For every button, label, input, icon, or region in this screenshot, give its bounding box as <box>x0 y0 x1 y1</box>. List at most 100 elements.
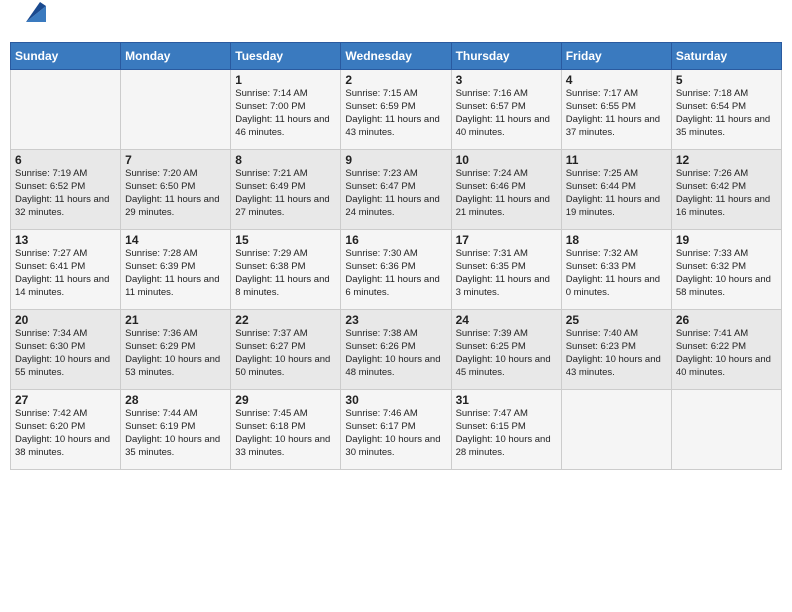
page-header <box>10 10 782 34</box>
calendar-cell: 4 Sunrise: 7:17 AMSunset: 6:55 PMDayligh… <box>561 70 671 150</box>
calendar-week-row: 6 Sunrise: 7:19 AMSunset: 6:52 PMDayligh… <box>11 150 782 230</box>
day-number: 28 <box>125 393 226 407</box>
calendar-cell: 3 Sunrise: 7:16 AMSunset: 6:57 PMDayligh… <box>451 70 561 150</box>
day-number: 30 <box>345 393 446 407</box>
calendar-header-row: SundayMondayTuesdayWednesdayThursdayFrid… <box>11 43 782 70</box>
day-number: 20 <box>15 313 116 327</box>
day-number: 9 <box>345 153 446 167</box>
calendar-cell: 2 Sunrise: 7:15 AMSunset: 6:59 PMDayligh… <box>341 70 451 150</box>
calendar-cell: 16 Sunrise: 7:30 AMSunset: 6:36 PMDaylig… <box>341 230 451 310</box>
day-info: Sunrise: 7:39 AMSunset: 6:25 PMDaylight:… <box>456 328 557 379</box>
calendar-cell: 31 Sunrise: 7:47 AMSunset: 6:15 PMDaylig… <box>451 390 561 470</box>
calendar-cell: 28 Sunrise: 7:44 AMSunset: 6:19 PMDaylig… <box>121 390 231 470</box>
day-info: Sunrise: 7:32 AMSunset: 6:33 PMDaylight:… <box>566 248 667 299</box>
day-number: 17 <box>456 233 557 247</box>
day-info: Sunrise: 7:34 AMSunset: 6:30 PMDaylight:… <box>15 328 116 379</box>
day-info: Sunrise: 7:44 AMSunset: 6:19 PMDaylight:… <box>125 408 226 459</box>
day-number: 5 <box>676 73 777 87</box>
day-info: Sunrise: 7:20 AMSunset: 6:50 PMDaylight:… <box>125 168 226 219</box>
logo <box>14 10 50 34</box>
calendar-cell: 29 Sunrise: 7:45 AMSunset: 6:18 PMDaylig… <box>231 390 341 470</box>
day-info: Sunrise: 7:47 AMSunset: 6:15 PMDaylight:… <box>456 408 557 459</box>
day-info: Sunrise: 7:18 AMSunset: 6:54 PMDaylight:… <box>676 88 777 139</box>
day-info: Sunrise: 7:26 AMSunset: 6:42 PMDaylight:… <box>676 168 777 219</box>
day-number: 24 <box>456 313 557 327</box>
calendar-cell: 10 Sunrise: 7:24 AMSunset: 6:46 PMDaylig… <box>451 150 561 230</box>
day-info: Sunrise: 7:27 AMSunset: 6:41 PMDaylight:… <box>15 248 116 299</box>
day-info: Sunrise: 7:16 AMSunset: 6:57 PMDaylight:… <box>456 88 557 139</box>
calendar-cell: 7 Sunrise: 7:20 AMSunset: 6:50 PMDayligh… <box>121 150 231 230</box>
day-number: 22 <box>235 313 336 327</box>
day-info: Sunrise: 7:37 AMSunset: 6:27 PMDaylight:… <box>235 328 336 379</box>
calendar-cell: 13 Sunrise: 7:27 AMSunset: 6:41 PMDaylig… <box>11 230 121 310</box>
day-number: 27 <box>15 393 116 407</box>
calendar-cell: 1 Sunrise: 7:14 AMSunset: 7:00 PMDayligh… <box>231 70 341 150</box>
calendar-cell <box>121 70 231 150</box>
day-number: 7 <box>125 153 226 167</box>
calendar-week-row: 20 Sunrise: 7:34 AMSunset: 6:30 PMDaylig… <box>11 310 782 390</box>
day-number: 6 <box>15 153 116 167</box>
day-number: 8 <box>235 153 336 167</box>
day-info: Sunrise: 7:31 AMSunset: 6:35 PMDaylight:… <box>456 248 557 299</box>
day-number: 14 <box>125 233 226 247</box>
day-number: 25 <box>566 313 667 327</box>
day-number: 15 <box>235 233 336 247</box>
day-of-week-header: Saturday <box>671 43 781 70</box>
calendar-week-row: 13 Sunrise: 7:27 AMSunset: 6:41 PMDaylig… <box>11 230 782 310</box>
day-info: Sunrise: 7:36 AMSunset: 6:29 PMDaylight:… <box>125 328 226 379</box>
day-info: Sunrise: 7:30 AMSunset: 6:36 PMDaylight:… <box>345 248 446 299</box>
day-info: Sunrise: 7:19 AMSunset: 6:52 PMDaylight:… <box>15 168 116 219</box>
day-number: 12 <box>676 153 777 167</box>
calendar-cell: 12 Sunrise: 7:26 AMSunset: 6:42 PMDaylig… <box>671 150 781 230</box>
day-number: 21 <box>125 313 226 327</box>
calendar-cell: 26 Sunrise: 7:41 AMSunset: 6:22 PMDaylig… <box>671 310 781 390</box>
day-of-week-header: Monday <box>121 43 231 70</box>
day-info: Sunrise: 7:29 AMSunset: 6:38 PMDaylight:… <box>235 248 336 299</box>
calendar-cell: 5 Sunrise: 7:18 AMSunset: 6:54 PMDayligh… <box>671 70 781 150</box>
calendar-cell: 24 Sunrise: 7:39 AMSunset: 6:25 PMDaylig… <box>451 310 561 390</box>
day-number: 26 <box>676 313 777 327</box>
calendar-cell: 22 Sunrise: 7:37 AMSunset: 6:27 PMDaylig… <box>231 310 341 390</box>
calendar-cell: 14 Sunrise: 7:28 AMSunset: 6:39 PMDaylig… <box>121 230 231 310</box>
calendar-cell: 27 Sunrise: 7:42 AMSunset: 6:20 PMDaylig… <box>11 390 121 470</box>
calendar-cell: 11 Sunrise: 7:25 AMSunset: 6:44 PMDaylig… <box>561 150 671 230</box>
calendar-cell: 17 Sunrise: 7:31 AMSunset: 6:35 PMDaylig… <box>451 230 561 310</box>
calendar-cell: 23 Sunrise: 7:38 AMSunset: 6:26 PMDaylig… <box>341 310 451 390</box>
day-info: Sunrise: 7:17 AMSunset: 6:55 PMDaylight:… <box>566 88 667 139</box>
calendar-cell: 6 Sunrise: 7:19 AMSunset: 6:52 PMDayligh… <box>11 150 121 230</box>
calendar-cell <box>11 70 121 150</box>
day-info: Sunrise: 7:46 AMSunset: 6:17 PMDaylight:… <box>345 408 446 459</box>
day-info: Sunrise: 7:40 AMSunset: 6:23 PMDaylight:… <box>566 328 667 379</box>
day-info: Sunrise: 7:41 AMSunset: 6:22 PMDaylight:… <box>676 328 777 379</box>
day-info: Sunrise: 7:21 AMSunset: 6:49 PMDaylight:… <box>235 168 336 219</box>
day-number: 29 <box>235 393 336 407</box>
calendar-week-row: 1 Sunrise: 7:14 AMSunset: 7:00 PMDayligh… <box>11 70 782 150</box>
calendar-cell: 15 Sunrise: 7:29 AMSunset: 6:38 PMDaylig… <box>231 230 341 310</box>
calendar-cell: 20 Sunrise: 7:34 AMSunset: 6:30 PMDaylig… <box>11 310 121 390</box>
calendar-cell: 30 Sunrise: 7:46 AMSunset: 6:17 PMDaylig… <box>341 390 451 470</box>
day-info: Sunrise: 7:23 AMSunset: 6:47 PMDaylight:… <box>345 168 446 219</box>
day-number: 31 <box>456 393 557 407</box>
day-info: Sunrise: 7:38 AMSunset: 6:26 PMDaylight:… <box>345 328 446 379</box>
day-info: Sunrise: 7:14 AMSunset: 7:00 PMDaylight:… <box>235 88 336 139</box>
calendar-cell: 19 Sunrise: 7:33 AMSunset: 6:32 PMDaylig… <box>671 230 781 310</box>
calendar-table: SundayMondayTuesdayWednesdayThursdayFrid… <box>10 42 782 470</box>
day-of-week-header: Friday <box>561 43 671 70</box>
day-of-week-header: Thursday <box>451 43 561 70</box>
logo-icon <box>18 0 50 26</box>
day-info: Sunrise: 7:25 AMSunset: 6:44 PMDaylight:… <box>566 168 667 219</box>
day-info: Sunrise: 7:42 AMSunset: 6:20 PMDaylight:… <box>15 408 116 459</box>
calendar-week-row: 27 Sunrise: 7:42 AMSunset: 6:20 PMDaylig… <box>11 390 782 470</box>
calendar-cell: 8 Sunrise: 7:21 AMSunset: 6:49 PMDayligh… <box>231 150 341 230</box>
day-info: Sunrise: 7:28 AMSunset: 6:39 PMDaylight:… <box>125 248 226 299</box>
day-info: Sunrise: 7:33 AMSunset: 6:32 PMDaylight:… <box>676 248 777 299</box>
day-number: 23 <box>345 313 446 327</box>
day-number: 1 <box>235 73 336 87</box>
day-number: 4 <box>566 73 667 87</box>
day-number: 13 <box>15 233 116 247</box>
calendar-cell <box>561 390 671 470</box>
day-of-week-header: Sunday <box>11 43 121 70</box>
calendar-cell: 9 Sunrise: 7:23 AMSunset: 6:47 PMDayligh… <box>341 150 451 230</box>
calendar-cell: 21 Sunrise: 7:36 AMSunset: 6:29 PMDaylig… <box>121 310 231 390</box>
day-number: 2 <box>345 73 446 87</box>
